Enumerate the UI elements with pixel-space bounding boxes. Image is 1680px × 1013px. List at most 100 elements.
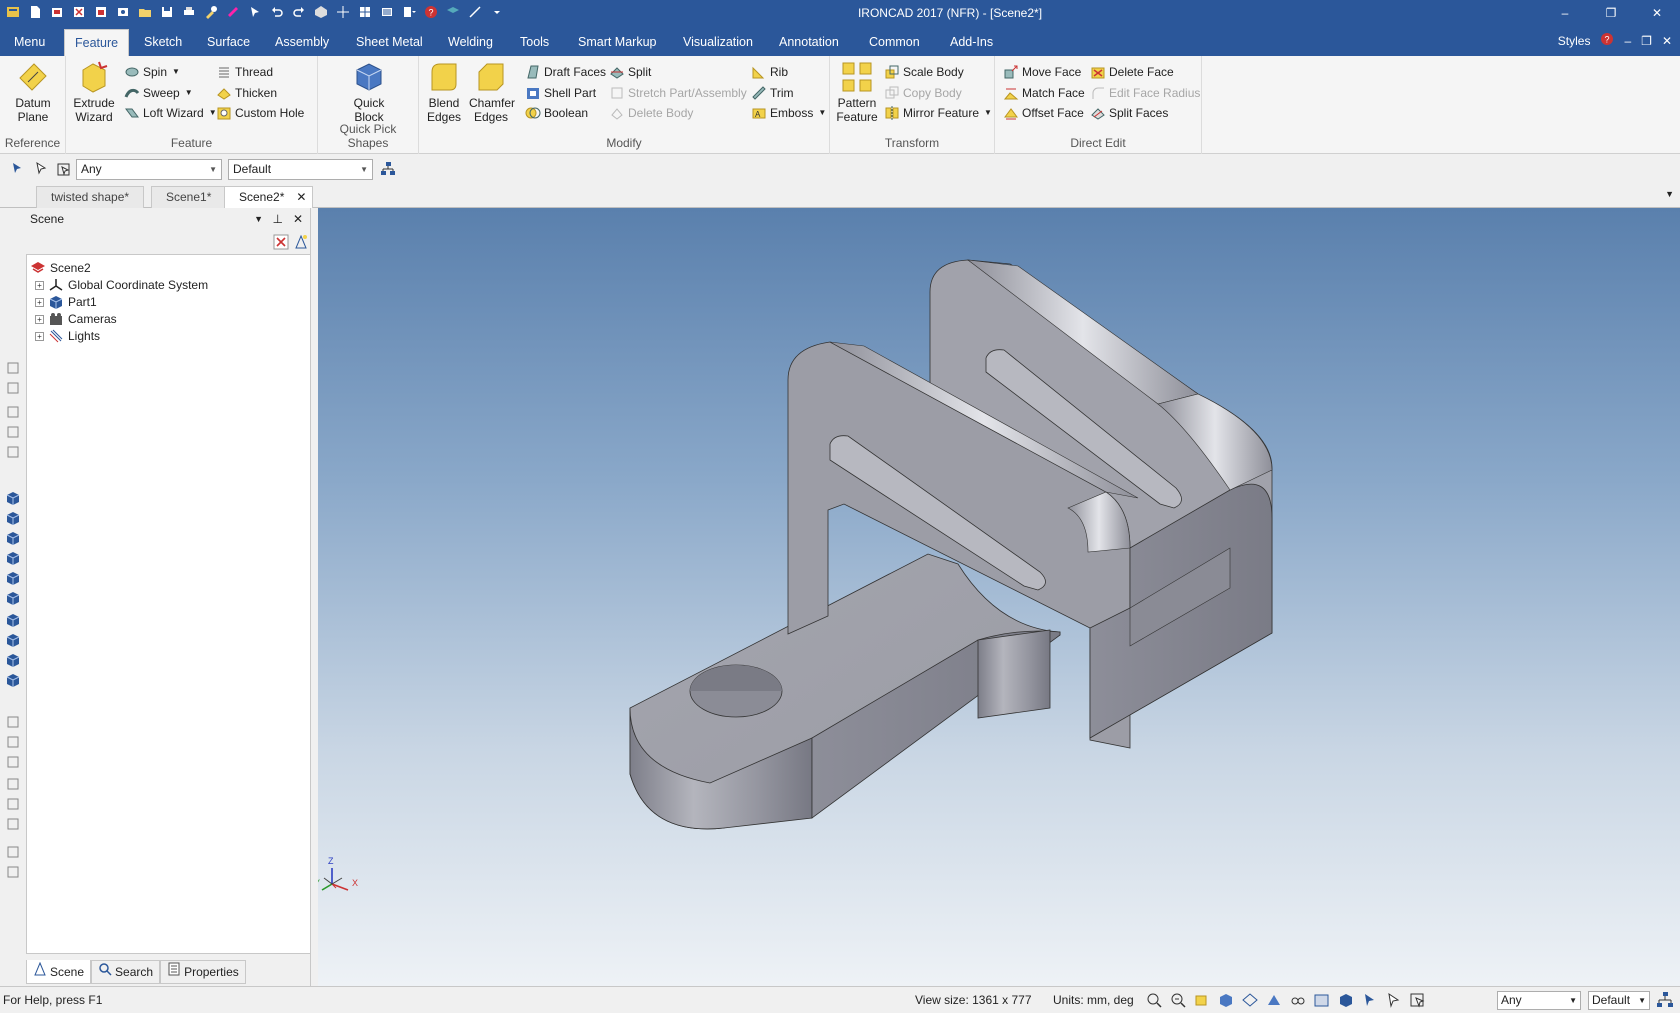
- offset-face-button[interactable]: Offset Face: [1003, 103, 1084, 123]
- cube-3-icon[interactable]: [5, 530, 21, 546]
- tree-item-cameras[interactable]: + Cameras: [35, 310, 117, 328]
- view-right-icon[interactable]: [5, 444, 21, 460]
- view-cube-icon[interactable]: [1217, 991, 1235, 1009]
- tree-item-global-coordinate-system[interactable]: + Global Coordinate System: [35, 276, 208, 294]
- restore-button[interactable]: ❐: [1588, 0, 1634, 26]
- extrude-wizard-button[interactable]: Extrude Wizard: [72, 60, 116, 124]
- spin-button[interactable]: Spin ▼: [124, 62, 180, 82]
- tab-common[interactable]: Common: [859, 29, 930, 56]
- face-select-icon[interactable]: [1409, 991, 1427, 1009]
- panel-close-icon[interactable]: ✕: [293, 208, 303, 230]
- delete-face-button[interactable]: Delete Face: [1090, 62, 1174, 82]
- tree-item-lights[interactable]: + Lights: [35, 327, 100, 345]
- delete-body-button[interactable]: Delete Body: [609, 103, 693, 123]
- copy-body-button[interactable]: Copy Body: [884, 83, 962, 103]
- tab-annotation[interactable]: Annotation: [769, 29, 849, 56]
- cube-5-icon[interactable]: [5, 570, 21, 586]
- expand-icon[interactable]: +: [35, 331, 44, 341]
- tab-search[interactable]: Search: [91, 960, 161, 984]
- axis-tool-icon[interactable]: [5, 714, 21, 730]
- shading-icon[interactable]: [1337, 991, 1355, 1009]
- cube-6-icon[interactable]: [5, 590, 21, 606]
- doc-tab-scene1[interactable]: Scene1*: [151, 186, 227, 208]
- zoom-icon[interactable]: [1145, 991, 1163, 1009]
- tab-list-icon[interactable]: ▼: [1665, 189, 1674, 199]
- tab-add-ins[interactable]: Add-Ins: [940, 29, 1003, 56]
- tree-item-scene2[interactable]: Scene2: [30, 259, 91, 277]
- tab-feature[interactable]: Feature: [64, 29, 130, 56]
- ribbon-close-icon[interactable]: ✕: [1662, 34, 1672, 48]
- select-pointer-icon[interactable]: [34, 161, 50, 177]
- assembly-tree-icon[interactable]: [380, 161, 396, 177]
- tab-tools[interactable]: Tools: [510, 29, 559, 56]
- cube-4-icon[interactable]: [5, 550, 21, 566]
- select-face-icon[interactable]: [56, 161, 72, 177]
- zoom-window-icon[interactable]: [1169, 991, 1187, 1009]
- 3d-model[interactable]: [318, 208, 1680, 986]
- cube-9-icon[interactable]: [5, 652, 21, 668]
- custom-hole-button[interactable]: Custom Hole: [216, 103, 304, 123]
- tab-menu[interactable]: Menu: [4, 29, 55, 56]
- chamfer-edges-button[interactable]: Chamfer Edges: [469, 60, 515, 124]
- cube-10-icon[interactable]: [5, 672, 21, 688]
- pointer-select-icon[interactable]: [1385, 991, 1403, 1009]
- rib-button[interactable]: Rib: [751, 62, 788, 82]
- style-combo[interactable]: Default ▼: [228, 159, 373, 180]
- tab-smart-markup[interactable]: Smart Markup: [568, 29, 667, 56]
- cube-1-icon[interactable]: [5, 490, 21, 506]
- expand-icon[interactable]: +: [35, 314, 44, 324]
- tab-sheet-metal[interactable]: Sheet Metal: [346, 29, 433, 56]
- rotate-tool-icon[interactable]: [5, 796, 21, 812]
- styles-menu[interactable]: Styles: [1558, 34, 1591, 48]
- cube-7-icon[interactable]: [5, 612, 21, 628]
- selection-filter-combo[interactable]: Any ▼: [76, 159, 222, 180]
- 3d-viewport[interactable]: Z Y X: [318, 208, 1680, 986]
- tab-welding[interactable]: Welding: [438, 29, 503, 56]
- orbit-tool-icon[interactable]: [5, 816, 21, 832]
- tree-item-part1[interactable]: + Part1: [35, 293, 97, 311]
- stretch-part-assembly-button[interactable]: Stretch Part/Assembly: [609, 83, 747, 103]
- help-icon[interactable]: ?: [1600, 32, 1614, 49]
- draft-faces-button[interactable]: Draft Faces: [525, 62, 606, 82]
- cube-2-icon[interactable]: [5, 510, 21, 526]
- tab-visualization[interactable]: Visualization: [673, 29, 763, 56]
- ruler-tool-icon[interactable]: [5, 864, 21, 880]
- status-style-combo[interactable]: Default ▼: [1588, 991, 1650, 1010]
- triangle-tool-icon[interactable]: [5, 776, 21, 792]
- pattern-feature-button[interactable]: Pattern Feature: [834, 60, 880, 124]
- sweep-button[interactable]: Sweep ▼: [124, 83, 193, 103]
- clear-filter-icon[interactable]: [273, 234, 289, 253]
- view-front-icon[interactable]: [5, 404, 21, 420]
- doc-tab-scene2[interactable]: Scene2* ✕: [224, 186, 314, 208]
- look-at-icon[interactable]: [1241, 991, 1259, 1009]
- ribbon-restore-icon[interactable]: ❐: [1641, 34, 1652, 48]
- blend-edges-button[interactable]: Blend Edges: [423, 60, 465, 124]
- select-part-icon[interactable]: [10, 161, 26, 177]
- expand-icon[interactable]: +: [35, 280, 44, 290]
- close-button[interactable]: ✕: [1634, 0, 1680, 26]
- trim-button[interactable]: Trim: [751, 83, 794, 103]
- pin-icon[interactable]: ⊥: [273, 208, 283, 230]
- cube-8-icon[interactable]: [5, 632, 21, 648]
- tab-scene-bottom[interactable]: Scene: [26, 960, 92, 984]
- expand-icon[interactable]: +: [35, 297, 44, 307]
- doc-tab-twisted-shape[interactable]: twisted shape*: [36, 186, 145, 208]
- pin-tool-icon[interactable]: [5, 754, 21, 770]
- camera-view-icon[interactable]: [1289, 991, 1307, 1009]
- thicken-button[interactable]: Thicken: [216, 83, 277, 103]
- status-tree-icon[interactable]: [1656, 991, 1674, 1012]
- edit-face-radius-button[interactable]: Edit Face Radius: [1090, 83, 1200, 103]
- pick-icon[interactable]: [1361, 991, 1379, 1009]
- section-icon[interactable]: [1265, 991, 1283, 1009]
- tab-properties[interactable]: Properties: [160, 960, 246, 984]
- move-face-button[interactable]: Move Face: [1003, 62, 1081, 82]
- mirror-feature-button[interactable]: Mirror Feature ▼: [884, 103, 992, 123]
- tab-assembly[interactable]: Assembly: [265, 29, 339, 56]
- view-iso-icon[interactable]: [5, 380, 21, 396]
- measure-tool-icon[interactable]: [5, 844, 21, 860]
- panel-dropdown-icon[interactable]: ▼: [254, 208, 263, 230]
- orbit-icon[interactable]: [1193, 991, 1211, 1009]
- view-top-icon[interactable]: [5, 424, 21, 440]
- split-faces-button[interactable]: Split Faces: [1090, 103, 1168, 123]
- match-face-button[interactable]: Match Face: [1003, 83, 1085, 103]
